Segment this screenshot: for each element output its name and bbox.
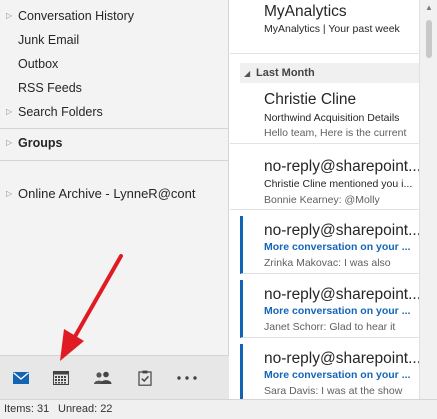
message-preview: Bonnie Kearney: @Molly [264, 194, 380, 206]
message-sender: no-reply@sharepoint... [264, 286, 419, 303]
groups-label: Groups [18, 136, 63, 150]
message-item-unread[interactable]: no-reply@sharepoint... More conversation… [240, 216, 419, 274]
scroll-up-icon[interactable]: ▲ [423, 2, 435, 14]
item-count: Items: 31 [4, 403, 50, 415]
calendar-icon [53, 370, 69, 385]
message-subject: More conversation on your ... [264, 369, 411, 381]
date-group-header[interactable]: ◢ Last Month [240, 63, 419, 83]
expand-caret-icon[interactable]: ▷ [6, 5, 12, 27]
divider [0, 128, 229, 129]
folder-label: Outbox [18, 57, 59, 71]
message-subject: Christie Cline mentioned you i... [264, 178, 413, 190]
message-subject: MyAnalytics | Your past week [264, 23, 400, 35]
module-switcher [0, 355, 229, 399]
message-list: MyAnalytics MyAnalytics | Your past week… [230, 0, 437, 399]
more-modules-button[interactable] [166, 356, 208, 399]
message-preview: Zrinka Makovac: I was also [264, 257, 391, 269]
folder-label: RSS Feeds [18, 81, 82, 95]
online-archive-mailbox[interactable]: ▷ Online Archive - LynneR@cont [0, 183, 229, 205]
folder-conversation-history[interactable]: ▷ Conversation History [0, 5, 229, 27]
message-preview: Janet Schorr: Glad to hear it [264, 321, 396, 333]
folder-label: Search Folders [18, 105, 103, 119]
status-bar: Items: 31 Unread: 22 [0, 399, 437, 419]
message-subject: More conversation on your ... [264, 241, 411, 253]
message-sender: no-reply@sharepoint... [264, 222, 419, 239]
message-list-items: MyAnalytics MyAnalytics | Your past week… [230, 0, 419, 399]
tasks-icon [138, 370, 152, 386]
message-item-unread[interactable]: no-reply@sharepoint... More conversation… [240, 344, 419, 399]
scrollbar-thumb[interactable] [426, 20, 432, 58]
mail-icon [13, 371, 29, 384]
groups-section[interactable]: ▷ Groups [0, 132, 229, 154]
message-subject: More conversation on your ... [264, 305, 411, 317]
message-sender: no-reply@sharepoint... [264, 158, 419, 175]
people-icon [94, 371, 112, 384]
people-module-button[interactable] [82, 356, 124, 399]
folder-junk-email[interactable]: Junk Email [0, 29, 229, 51]
expand-caret-icon[interactable]: ▷ [6, 183, 12, 205]
folder-rss-feeds[interactable]: RSS Feeds [0, 77, 229, 99]
group-header-label: Last Month [256, 67, 315, 79]
folder-label: Conversation History [18, 9, 135, 23]
tasks-module-button[interactable] [124, 356, 166, 399]
expand-caret-icon[interactable]: ▷ [6, 132, 12, 154]
message-item[interactable]: MyAnalytics MyAnalytics | Your past week [230, 0, 419, 54]
unread-count: Unread: 22 [58, 403, 113, 415]
divider [0, 160, 229, 161]
folder-search-folders[interactable]: ▷ Search Folders [0, 101, 229, 123]
folder-outbox[interactable]: Outbox [0, 53, 229, 75]
more-icon [177, 375, 197, 380]
message-preview: Sara Davis: I was at the show [264, 385, 403, 397]
message-subject: Northwind Acquisition Details [264, 112, 400, 124]
online-archive-label: Online Archive - LynneR@cont [18, 186, 196, 201]
message-item[interactable]: no-reply@sharepoint... Christie Cline me… [230, 148, 419, 210]
vertical-scrollbar[interactable]: ▲ [419, 0, 437, 399]
message-sender: no-reply@sharepoint... [264, 350, 419, 367]
calendar-module-button[interactable] [40, 356, 82, 399]
message-item-unread[interactable]: no-reply@sharepoint... More conversation… [240, 280, 419, 338]
message-item[interactable]: Christie Cline Northwind Acquisition Det… [230, 86, 419, 144]
message-preview: Hello team, Here is the current [264, 127, 407, 139]
message-sender: MyAnalytics [264, 3, 347, 20]
mail-module-button[interactable] [0, 356, 42, 399]
expand-caret-icon[interactable]: ▷ [6, 101, 12, 123]
collapse-caret-icon[interactable]: ◢ [244, 64, 256, 84]
message-sender: Christie Cline [264, 91, 357, 108]
folder-pane: ▷ Conversation History Junk Email Outbox… [0, 0, 229, 399]
folder-label: Junk Email [18, 33, 80, 47]
